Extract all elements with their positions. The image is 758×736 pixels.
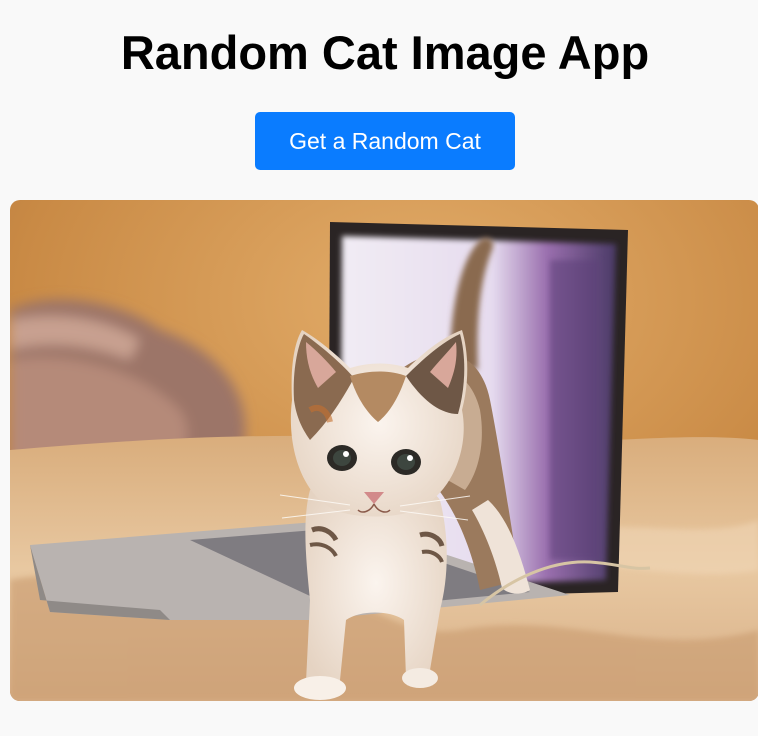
app-page: Random Cat Image App Get a Random Cat xyxy=(0,0,758,736)
get-random-cat-button[interactable]: Get a Random Cat xyxy=(255,112,515,170)
cat-image xyxy=(10,200,758,701)
cat-photo-illustration xyxy=(10,200,758,701)
page-title: Random Cat Image App xyxy=(120,26,650,79)
